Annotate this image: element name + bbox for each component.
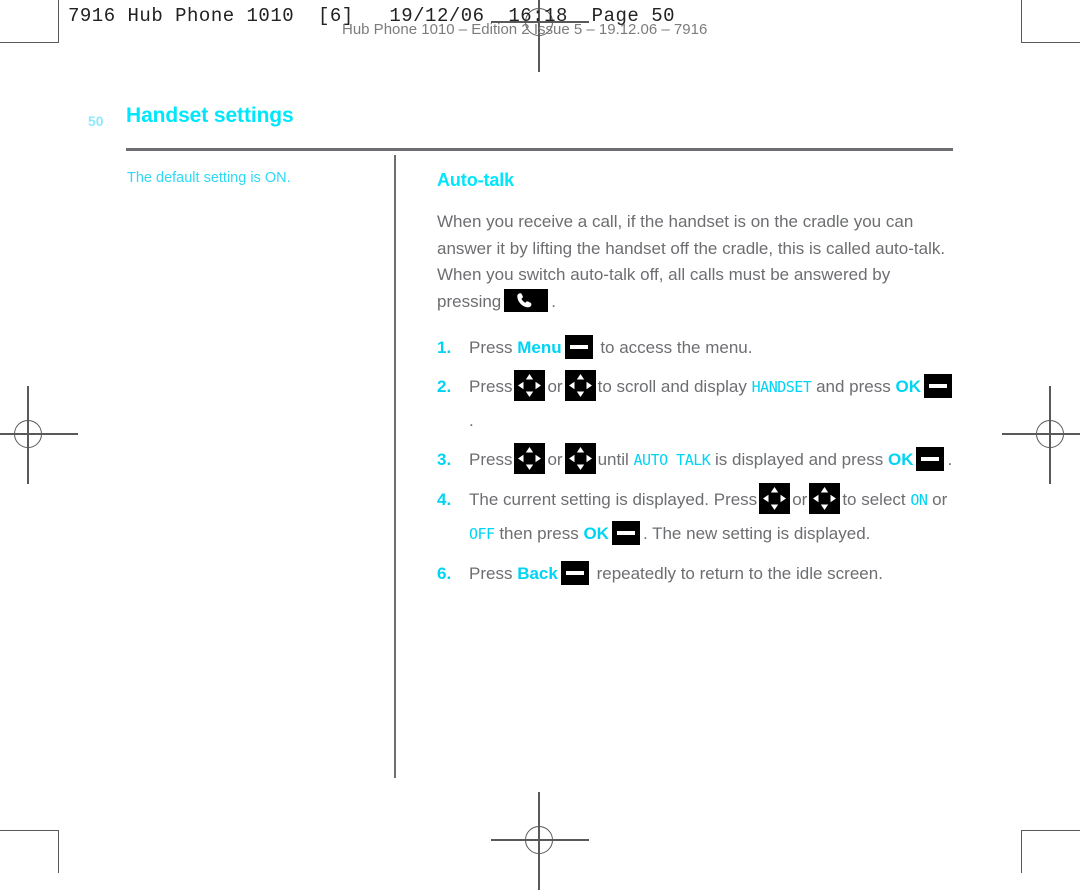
document-imprint-line: Hub Phone 1010 – Edition 2 Issue 5 – 19.… (342, 21, 708, 38)
softkey-label: Menu (517, 338, 562, 358)
step-text-post2: and press (816, 377, 891, 397)
four-way-navigation-key-icon (809, 483, 841, 515)
step-item: 4. The current setting is displayed. Pre… (437, 483, 957, 551)
header-rule (126, 148, 953, 151)
step-text-mid: or (547, 450, 563, 470)
section-paragraph-tail: . (551, 291, 556, 311)
step-text-mid: or (547, 377, 563, 397)
softkey-label: OK (887, 450, 914, 470)
registration-mark-left-icon (0, 386, 78, 484)
four-way-navigation-key-icon (514, 443, 546, 475)
step-text: Press or until AUTO TALK is displayed an… (469, 443, 953, 475)
step-number: 2. (437, 377, 452, 397)
step-text-pre: Press (469, 564, 513, 584)
softkey-label: OK (895, 377, 922, 397)
page-title-row: 50 Handset settings (88, 104, 968, 138)
step-text-mid2: or (932, 490, 948, 510)
softkey-label: OK (583, 524, 609, 544)
softkey-icon (560, 561, 589, 586)
step-item: 3. Press or until AUTO TALK is displayed… (437, 443, 957, 477)
print-header: 7916 Hub Phone 1010 [6] 19/12/06 16:18 P… (0, 0, 1080, 46)
talk-phone-key-icon (504, 288, 549, 312)
section-paragraph: When you receive a call, if the handset … (437, 209, 952, 315)
step-item: 1. Press Menu to access the menu. (437, 331, 957, 364)
step-text-post: repeatedly to return to the idle screen. (596, 564, 883, 584)
four-way-navigation-key-icon (514, 370, 546, 402)
four-way-navigation-key-icon (759, 483, 791, 515)
step-text-pre: Press (469, 338, 513, 358)
step-text-post: to access the menu. (600, 338, 753, 358)
registration-mark-right-icon (1002, 386, 1080, 484)
step-text-tail: . The new setting is displayed. (642, 524, 871, 544)
four-way-navigation-key-icon (564, 443, 596, 475)
margin-note: The default setting is ON. (127, 170, 291, 186)
lcd-display-text: HANDSET (751, 378, 812, 397)
step-number: 4. (437, 490, 452, 510)
softkey-icon (916, 447, 945, 472)
numbered-step-list: 1. Press Menu to access the menu. 2. Pre… (437, 331, 957, 590)
step-item: 6. Press Back repeatedly to return to th… (437, 557, 957, 590)
lcd-display-text: AUTO TALK (633, 451, 711, 470)
step-number: 3. (437, 450, 452, 470)
step-text-post: until (597, 450, 629, 470)
crop-mark-bottom-right (1021, 830, 1080, 873)
softkey-icon (924, 374, 952, 399)
step-number: 6. (437, 564, 452, 584)
step-text: The current setting is displayed. Press … (469, 483, 948, 546)
section-heading: Auto-talk (437, 170, 515, 190)
step-text-mid: or (792, 490, 808, 510)
step-text-post: to select (842, 490, 906, 510)
step-text-pre: Press (469, 450, 513, 470)
column-divider (394, 155, 396, 778)
registration-mark-bottom-icon (491, 792, 589, 890)
four-way-navigation-key-icon (564, 370, 596, 402)
softkey-icon (611, 521, 640, 546)
step-text-tail: . (469, 411, 474, 431)
softkey-label: Back (517, 564, 558, 584)
crop-mark-bottom-left (0, 830, 59, 873)
lcd-display-on: ON (910, 491, 928, 510)
page-title: Handset settings (126, 104, 294, 127)
main-content: Auto-talk When you receive a call, if th… (437, 170, 957, 596)
step-text-post2: is displayed and press (715, 450, 884, 470)
step-text: Press Back repeatedly to return to the i… (469, 561, 883, 586)
step-text: Press or to scroll and display HANDSET a… (469, 370, 955, 431)
step-text-post2: then press (499, 524, 579, 544)
step-text-pre: The current setting is displayed. Press (469, 490, 758, 510)
step-text-post: to scroll and display (597, 377, 747, 397)
page-number: 50 (88, 113, 104, 129)
lcd-display-off: OFF (469, 525, 495, 544)
step-text-tail: . (947, 450, 953, 470)
step-item: 2. Press or to scroll and display HANDSE… (437, 370, 957, 437)
step-text: Press Menu to access the menu. (469, 335, 753, 360)
softkey-icon (564, 335, 593, 360)
step-text-pre: Press (469, 377, 513, 397)
step-number: 1. (437, 338, 452, 358)
